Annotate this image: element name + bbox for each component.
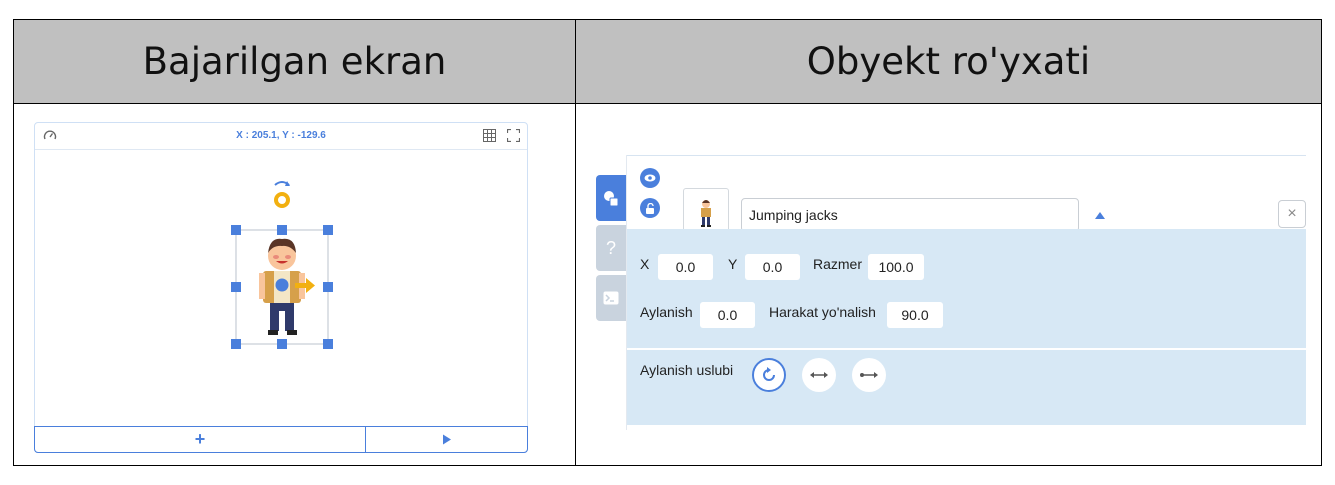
delete-object-button[interactable]: ×	[1278, 200, 1306, 228]
object-list-header: Obyekt ro'yxati	[576, 20, 1321, 104]
shapes-icon	[604, 191, 619, 206]
object-header-row: Jumping jacks ×	[627, 156, 1306, 238]
direction-label: Harakat yo'nalish	[769, 304, 876, 320]
right-arrow-icon	[860, 372, 878, 378]
console-icon	[603, 291, 619, 305]
object-name-input[interactable]: Jumping jacks	[741, 198, 1079, 232]
side-tabs: ?	[596, 175, 626, 325]
x-label: X	[640, 256, 650, 272]
x-input[interactable]: 0.0	[658, 254, 713, 280]
eye-icon	[644, 174, 656, 182]
rotation-input[interactable]: 0.0	[700, 302, 755, 328]
coordinate-readout: X : 205.1, Y : -129.6	[236, 130, 326, 141]
object-detail: Jumping jacks × X 0.0 Y 0.0 Razmer 100.0…	[626, 155, 1306, 430]
unlock-icon	[646, 202, 654, 214]
stage-panel: X : 205.1, Y : -129.6 +	[34, 122, 528, 453]
collapse-arrow-icon[interactable]	[1095, 212, 1105, 219]
grid-icon[interactable]	[483, 129, 496, 144]
fullscreen-icon[interactable]	[506, 128, 521, 144]
object-tab[interactable]	[596, 175, 626, 221]
play-icon	[442, 434, 451, 445]
column-divider	[575, 104, 576, 466]
object-properties: X 0.0 Y 0.0 Razmer 100.0 Aylanish 0.0 Ha…	[627, 229, 1306, 425]
lock-toggle[interactable]	[640, 198, 660, 218]
layout-table: Bajarilgan ekran Obyekt ro'yxati X : 205…	[13, 19, 1322, 466]
add-object-button[interactable]: +	[35, 427, 366, 452]
left-right-arrow-icon	[810, 372, 828, 378]
properties-divider	[627, 348, 1306, 350]
y-input[interactable]: 0.0	[745, 254, 800, 280]
stage-toolbar: X : 205.1, Y : -129.6	[35, 123, 527, 150]
flip-horizontal-button[interactable]	[802, 358, 836, 392]
help-icon: ?	[605, 237, 616, 258]
visibility-toggle[interactable]	[640, 168, 660, 188]
rotation-style-label: Aylanish uslubi	[640, 362, 734, 378]
execution-screen-header: Bajarilgan ekran	[14, 20, 576, 104]
console-tab[interactable]	[596, 275, 626, 321]
no-rotation-button[interactable]	[852, 358, 886, 392]
size-input[interactable]: 100.0	[868, 254, 924, 280]
rotate-icon	[763, 367, 775, 381]
object-panel: ? Jumping jacks × X 0.0 Y 0.0 Razmer 100…	[596, 155, 1308, 430]
stage-bottom-bar: +	[34, 426, 528, 453]
size-label: Razmer	[813, 256, 863, 272]
y-label: Y	[728, 256, 738, 272]
rotate-free-button[interactable]	[752, 358, 786, 392]
direction-input[interactable]: 90.0	[887, 302, 943, 328]
help-tab[interactable]: ?	[596, 225, 626, 271]
play-button[interactable]	[366, 427, 527, 452]
rotation-label: Aylanish	[640, 304, 693, 320]
sprite-selection[interactable]	[215, 175, 355, 355]
